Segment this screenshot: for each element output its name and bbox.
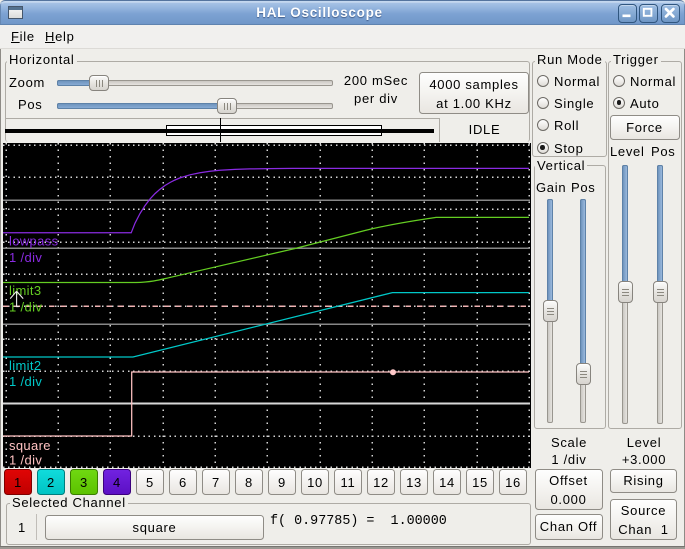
svg-text:limit2: limit2 <box>9 357 41 372</box>
svg-text:1 /div: 1 /div <box>9 250 42 265</box>
svg-text:1 /div: 1 /div <box>9 374 42 389</box>
svg-text:limit3: limit3 <box>9 282 41 297</box>
svg-text:square: square <box>9 438 51 453</box>
svg-text:lowpass: lowpass <box>9 233 59 248</box>
svg-text:1 /div: 1 /div <box>9 299 42 314</box>
svg-text:1 /div: 1 /div <box>9 452 42 467</box>
